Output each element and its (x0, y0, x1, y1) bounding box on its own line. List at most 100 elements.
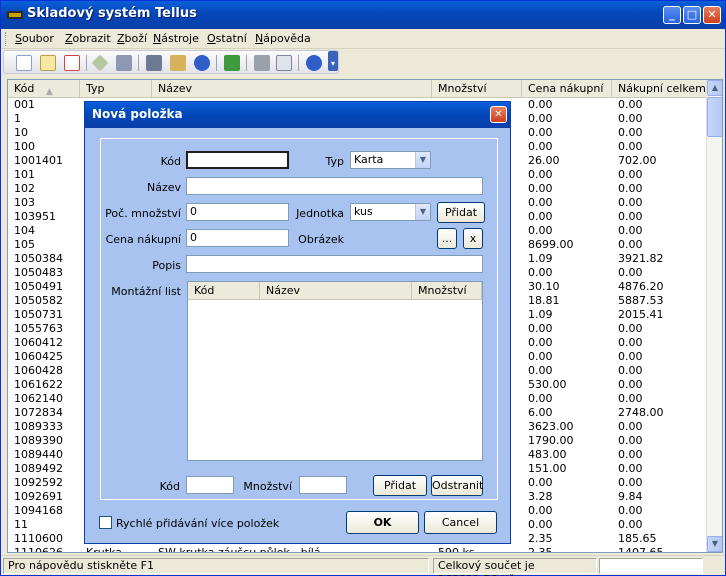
find-icon[interactable] (146, 55, 162, 71)
jednotka-select[interactable]: kus ▼ (350, 203, 431, 221)
ok-button[interactable]: OK (346, 511, 419, 534)
new-item-dialog: Nová položka ✕ Kód Typ Karta ▼ Název Poč.… (84, 101, 511, 544)
cell-celkem: 0.00 (618, 448, 643, 461)
cell-kod: 1050491 (14, 280, 63, 293)
cell-nazev: SW krutka záušcu půlok - bílá (158, 546, 321, 553)
add-component-button[interactable]: Přidat (373, 475, 427, 496)
menu-zbozi[interactable]: Zboží (117, 32, 147, 45)
grid-header: Kód ▲ Typ Název Množství Cena nákupní Nák… (8, 80, 708, 98)
cell-celkem: 0.00 (618, 462, 643, 475)
bottom-mnozstvi-input[interactable] (299, 476, 347, 494)
dialog-title: Nová položka (92, 107, 183, 121)
assembly-column-nazev[interactable]: Název (260, 282, 412, 300)
cell-kod: 10 (14, 126, 28, 139)
quick-add-checkbox[interactable] (99, 516, 112, 529)
assembly-column-kod[interactable]: Kód (188, 282, 260, 300)
print-icon[interactable] (254, 55, 270, 71)
maximize-icon[interactable]: □ (683, 6, 701, 24)
column-header-mnozstvi[interactable]: Množství (432, 80, 522, 98)
dialog-title-bar[interactable]: Nová položka ✕ (85, 102, 510, 128)
nazev-input[interactable] (186, 177, 483, 195)
browse-image-button[interactable]: ... (437, 228, 457, 249)
scroll-thumb[interactable] (707, 97, 722, 137)
cell-celkem: 185.65 (618, 532, 657, 545)
assembly-column-mnozstvi[interactable]: Množství (412, 282, 482, 300)
scroll-up-icon[interactable]: ▲ (707, 80, 722, 96)
assembly-list[interactable]: Kód Název Množství (187, 281, 483, 461)
table-row[interactable]: 1110626 Krutka SW krutka záušcu půlok - bí… (8, 546, 708, 553)
cell-kod: 001 (14, 98, 35, 111)
window-title: Skladový systém Tellus (27, 6, 197, 21)
cell-kod: 101 (14, 168, 35, 181)
toolbar-separator (86, 55, 87, 71)
clear-image-button[interactable]: x (463, 228, 483, 249)
info-icon[interactable] (194, 55, 210, 71)
menu-soubor[interactable]: Soubor (15, 32, 54, 45)
chevron-down-icon[interactable]: ▼ (415, 204, 430, 220)
kod-input[interactable] (186, 151, 289, 169)
menu-bar: Soubor Zobrazit Zboží Nástroje Ostatní N… (1, 29, 725, 49)
cancel-button[interactable]: Cancel (424, 511, 497, 534)
bottom-kod-label: Kód (159, 480, 180, 493)
toolbar-band (3, 50, 339, 74)
book-icon[interactable] (224, 55, 240, 71)
cell-celkem: 0.00 (618, 476, 643, 489)
remove-component-button[interactable]: Odstranit (431, 475, 483, 496)
cena-nakupni-input[interactable]: 0 (186, 229, 289, 247)
cell-kod: 1072834 (14, 406, 63, 419)
cell-celkem: 4876.20 (618, 280, 664, 293)
quick-add-label[interactable]: Rychlé přidávání více položek (116, 517, 279, 530)
chevron-down-icon[interactable]: ▼ (415, 152, 430, 168)
cell-kod: 1110626 (14, 546, 63, 553)
cell-kod: 1060412 (14, 336, 63, 349)
cart-icon[interactable] (116, 55, 132, 71)
typ-select[interactable]: Karta ▼ (350, 151, 431, 169)
help-icon[interactable] (306, 55, 322, 71)
cell-cena: 3623.00 (528, 420, 574, 433)
toolbar-separator (138, 55, 139, 71)
cell-kod: 1092592 (14, 476, 63, 489)
toolbar-overflow-icon[interactable]: ▾ (328, 51, 338, 71)
close-icon[interactable]: ✕ (703, 6, 721, 24)
cell-celkem: 5887.53 (618, 294, 664, 307)
tag-icon[interactable] (91, 54, 109, 72)
menu-ostatni[interactable]: Ostatní (207, 32, 247, 45)
cell-typ: Krutka (86, 546, 122, 553)
add-unit-button[interactable]: Přidat (437, 202, 485, 223)
column-header-typ[interactable]: Typ (80, 80, 152, 98)
poc-mnozstvi-input[interactable]: 0 (186, 203, 289, 221)
cell-cena: 0.00 (528, 476, 553, 489)
new-document-icon[interactable] (16, 55, 32, 71)
edit-icon[interactable] (40, 55, 56, 71)
menu-zobrazit[interactable]: Zobrazit (65, 32, 111, 45)
vertical-scrollbar[interactable]: ▲ ▼ (706, 80, 722, 552)
menu-grip[interactable] (5, 32, 8, 46)
bottom-kod-input[interactable] (186, 476, 234, 494)
cell-celkem: 0.00 (618, 504, 643, 517)
cell-celkem: 702.00 (618, 154, 657, 167)
print-preview-icon[interactable] (276, 55, 292, 71)
column-header-nazev[interactable]: Název (152, 80, 432, 98)
cell-kod: 1 (14, 112, 21, 125)
popis-input[interactable] (186, 255, 483, 273)
menu-nastroje[interactable]: Nástroje (153, 32, 199, 45)
status-total: Celkový součet je 169811.56 Kč (433, 558, 597, 576)
column-header-cena[interactable]: Cena nákupní (522, 80, 612, 98)
main-window: Skladový systém Tellus _ □ ✕ Soubor Zobr… (0, 0, 726, 576)
minimize-icon[interactable]: _ (663, 6, 681, 24)
filter-icon[interactable] (170, 55, 186, 71)
title-bar[interactable]: Skladový systém Tellus _ □ ✕ (1, 1, 725, 29)
cell-cena: 0.00 (528, 196, 553, 209)
cell-cena: 151.00 (528, 462, 567, 475)
cell-celkem: 0.00 (618, 238, 643, 251)
column-header-kod[interactable]: Kód ▲ (8, 80, 80, 98)
cell-cena: 0.00 (528, 224, 553, 237)
cell-kod: 1050483 (14, 266, 63, 279)
cell-kod: 104 (14, 224, 35, 237)
column-header-celkem[interactable]: Nákupní celkem (612, 80, 708, 98)
dialog-close-icon[interactable]: ✕ (490, 106, 507, 123)
delete-icon[interactable] (64, 55, 80, 71)
scroll-down-icon[interactable]: ▼ (707, 536, 722, 552)
menu-napoveda[interactable]: Nápověda (255, 32, 311, 45)
cell-celkem: 2748.00 (618, 406, 664, 419)
